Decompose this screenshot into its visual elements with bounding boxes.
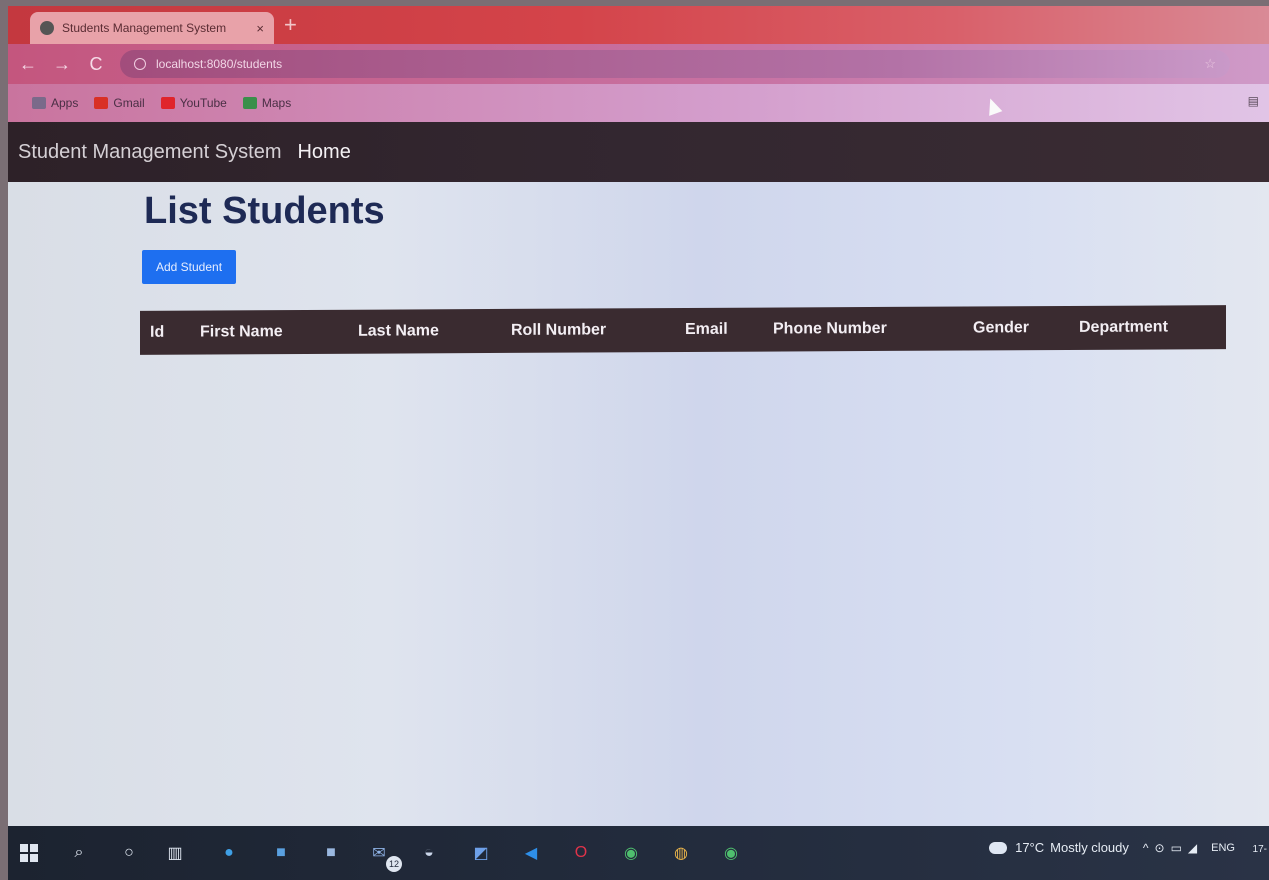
app-navbar: Student Management System Home	[8, 122, 1269, 182]
mail-badge: 12	[386, 856, 402, 872]
windows-start-icon[interactable]	[18, 842, 40, 864]
nav-link-home[interactable]: Home	[297, 141, 350, 164]
weather-text[interactable]: Mostly cloudy	[1050, 840, 1129, 855]
add-student-button[interactable]: Add Student	[142, 250, 236, 284]
netbeans-icon[interactable]: ◩	[470, 842, 492, 864]
forward-button[interactable]: →	[48, 54, 76, 75]
column-header-id[interactable]: Id	[150, 324, 164, 342]
page-content: List Students Add Student Id First Name …	[8, 182, 1269, 826]
column-header-first-name[interactable]: First Name	[200, 323, 283, 341]
taskbar: ⌕ ○ ▥ ● ■ ■ ✉ 12 ◒ ◩ ◀ O ◉ ◍ ◉ 17°C Most…	[8, 826, 1269, 880]
browser-tab-strip: Students Management System × +	[8, 6, 1269, 44]
spring-tool-icon-2[interactable]: ◉	[720, 842, 742, 864]
tray-icons[interactable]: ^⊙▭◢	[1143, 841, 1203, 855]
address-bar[interactable]: localhost:8080/students ☆	[120, 50, 1230, 78]
apps-grid-icon	[32, 97, 46, 109]
bookmarks-bar: Apps Gmail YouTube Maps	[8, 84, 1269, 122]
back-button[interactable]: ←	[14, 54, 42, 75]
system-tray: 17°C Mostly cloudy ^⊙▭◢ ENG	[989, 840, 1235, 855]
cortana-icon[interactable]: ○	[118, 842, 140, 864]
opera-icon[interactable]: O	[570, 842, 592, 864]
bookmark-youtube[interactable]: YouTube	[160, 96, 227, 110]
screen: Students Management System × + ← → C loc…	[8, 6, 1269, 880]
eclipse-icon[interactable]: ◒	[418, 842, 440, 864]
navbar-brand[interactable]: Student Management System	[18, 141, 281, 164]
maps-icon	[242, 97, 257, 109]
cloud-icon	[989, 841, 1008, 854]
vscode-icon[interactable]: ◀	[520, 842, 542, 864]
reading-list-icon[interactable]: ▤	[1248, 94, 1259, 108]
bookmark-gmail[interactable]: Gmail	[94, 96, 145, 110]
gmail-icon	[94, 97, 109, 109]
bookmark-maps[interactable]: Maps	[242, 96, 292, 110]
store-icon[interactable]: ■	[320, 842, 342, 864]
globe-icon	[40, 21, 54, 35]
weather-temp[interactable]: 17°C	[1015, 840, 1044, 855]
search-icon[interactable]: ⌕	[68, 842, 90, 864]
page-title: List Students	[144, 190, 385, 232]
task-view-icon[interactable]: ▥	[164, 842, 186, 864]
column-header-phone-number[interactable]: Phone Number	[773, 320, 887, 339]
edge-icon[interactable]: ●	[218, 842, 240, 864]
bookmark-label: YouTube	[179, 96, 227, 110]
bookmark-label: Apps	[51, 96, 79, 110]
close-icon[interactable]: ×	[256, 21, 264, 36]
bookmark-label: Gmail	[113, 96, 145, 110]
reload-button[interactable]: C	[82, 54, 110, 75]
browser-tab[interactable]: Students Management System ×	[30, 12, 274, 44]
clock[interactable]: 17-	[1253, 844, 1267, 855]
youtube-icon	[160, 97, 175, 109]
table-header: Id First Name Last Name Roll Number Emai…	[140, 305, 1226, 355]
spring-tool-icon[interactable]: ◉	[620, 842, 642, 864]
column-header-roll-number[interactable]: Roll Number	[511, 321, 606, 339]
column-header-last-name[interactable]: Last Name	[358, 322, 439, 340]
bookmark-apps[interactable]: Apps	[32, 96, 78, 110]
chrome-icon[interactable]: ◍	[670, 842, 692, 864]
column-header-gender[interactable]: Gender	[973, 319, 1029, 337]
language-indicator[interactable]: ENG	[1211, 842, 1235, 854]
file-explorer-icon[interactable]: ■	[270, 842, 292, 864]
info-icon[interactable]	[134, 58, 146, 70]
star-icon[interactable]: ☆	[1204, 56, 1216, 72]
column-header-department[interactable]: Department	[1079, 318, 1168, 336]
url-text: localhost:8080/students	[156, 57, 283, 71]
bookmark-label: Maps	[261, 96, 292, 110]
new-tab-button[interactable]: +	[284, 14, 297, 36]
column-header-email[interactable]: Email	[685, 321, 728, 339]
tab-title: Students Management System	[62, 21, 227, 35]
browser-toolbar: ← → C localhost:8080/students ☆	[8, 44, 1269, 84]
